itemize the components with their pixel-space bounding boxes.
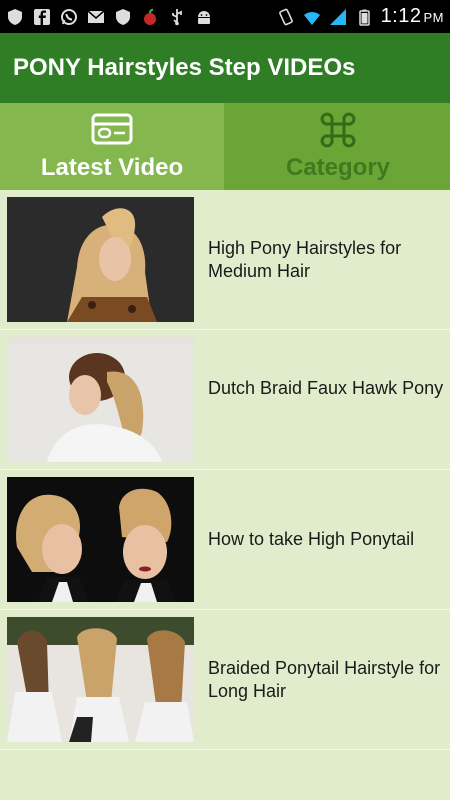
app-title: PONY Hairstyles Step VIDEOs bbox=[13, 54, 356, 81]
shield-icon bbox=[114, 8, 132, 26]
list-item[interactable]: How to take High Ponytail bbox=[0, 470, 450, 610]
video-title: Braided Ponytail Hairstyle for Long Hair bbox=[208, 658, 441, 701]
video-title: High Pony Hairstyles for Medium Hair bbox=[208, 238, 402, 281]
tab-bar: Latest Video Category bbox=[0, 103, 450, 190]
system-status: 1:12 PM bbox=[277, 5, 444, 28]
app-bar: PONY Hairstyles Step VIDEOs bbox=[0, 33, 450, 103]
apple-icon bbox=[141, 8, 159, 26]
video-thumbnail bbox=[7, 617, 194, 742]
wifi-icon bbox=[303, 8, 321, 26]
video-title: How to take High Ponytail bbox=[208, 529, 415, 549]
list-item[interactable]: High Pony Hairstyles for Medium Hair bbox=[0, 190, 450, 330]
command-icon bbox=[317, 112, 359, 148]
signal-icon bbox=[329, 8, 347, 26]
vibrate-icon bbox=[277, 8, 295, 26]
video-thumbnail bbox=[7, 337, 194, 462]
usb-icon bbox=[168, 8, 186, 26]
whatsapp-icon bbox=[60, 8, 78, 26]
status-bar: 1:12 PM bbox=[0, 0, 450, 33]
notification-icons bbox=[6, 8, 213, 26]
tab-latest-video-label: Latest Video bbox=[40, 154, 184, 181]
tab-category-label: Category bbox=[285, 154, 391, 181]
android-icon bbox=[195, 8, 213, 26]
status-clock: 1:12 PM bbox=[380, 5, 444, 27]
video-list: High Pony Hairstyles for Medium Hair Dut… bbox=[0, 190, 450, 800]
video-thumbnail bbox=[7, 197, 194, 322]
battery-icon bbox=[355, 8, 373, 26]
video-card-icon bbox=[91, 112, 133, 148]
shield-icon bbox=[6, 8, 24, 26]
list-item[interactable]: Dutch Braid Faux Hawk Pony bbox=[0, 330, 450, 470]
mail-icon bbox=[87, 8, 105, 26]
tab-latest-video[interactable]: Latest Video bbox=[0, 103, 226, 190]
facebook-icon bbox=[33, 8, 51, 26]
video-thumbnail bbox=[7, 477, 194, 602]
list-item[interactable]: Braided Ponytail Hairstyle for Long Hair bbox=[0, 610, 450, 750]
tab-category[interactable]: Category bbox=[226, 103, 450, 190]
video-title: Dutch Braid Faux Hawk Pony bbox=[208, 378, 444, 398]
